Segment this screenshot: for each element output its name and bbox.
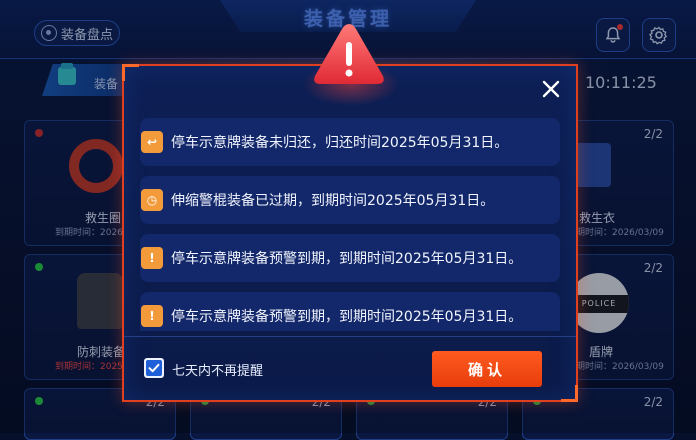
message-item: ◷ 伸缩警棍装备已过期，到期时间2025年05月31日。 xyxy=(140,176,560,224)
checkmark-icon xyxy=(146,360,162,376)
message-item: ↩ 停车示意牌装备未归还，归还时间2025年05月31日。 xyxy=(140,118,560,166)
dont-remind-label: 七天内不再提醒 xyxy=(172,364,264,379)
corner-accent xyxy=(561,385,578,402)
close-icon[interactable] xyxy=(538,76,564,102)
warning-triangle-icon xyxy=(314,24,384,84)
message-text: 停车示意牌装备未归还，归还时间2025年05月31日。 xyxy=(171,135,509,151)
message-text: 停车示意牌装备预警到期，到期时间2025年05月31日。 xyxy=(171,309,523,325)
alarm-icon: ! xyxy=(141,305,163,327)
message-item: ! 停车示意牌装备预警到期，到期时间2025年05月31日。 xyxy=(140,292,560,331)
message-text: 伸缩警棍装备已过期，到期时间2025年05月31日。 xyxy=(171,193,495,209)
clock-expired-icon: ◷ xyxy=(141,189,163,211)
return-icon: ↩ xyxy=(141,131,163,153)
dont-remind-checkbox[interactable] xyxy=(144,358,164,378)
alarm-icon: ! xyxy=(141,247,163,269)
message-item: ! 停车示意牌装备预警到期，到期时间2025年05月31日。 xyxy=(140,234,560,282)
dialog-divider xyxy=(124,336,576,337)
confirm-button[interactable]: 确认 xyxy=(432,351,542,387)
message-list[interactable]: ↩ 停车示意牌装备未归还，归还时间2025年05月31日。 ◷ 伸缩警棍装备已过… xyxy=(140,118,560,331)
message-text: 停车示意牌装备预警到期，到期时间2025年05月31日。 xyxy=(171,251,523,267)
corner-accent xyxy=(122,64,139,81)
